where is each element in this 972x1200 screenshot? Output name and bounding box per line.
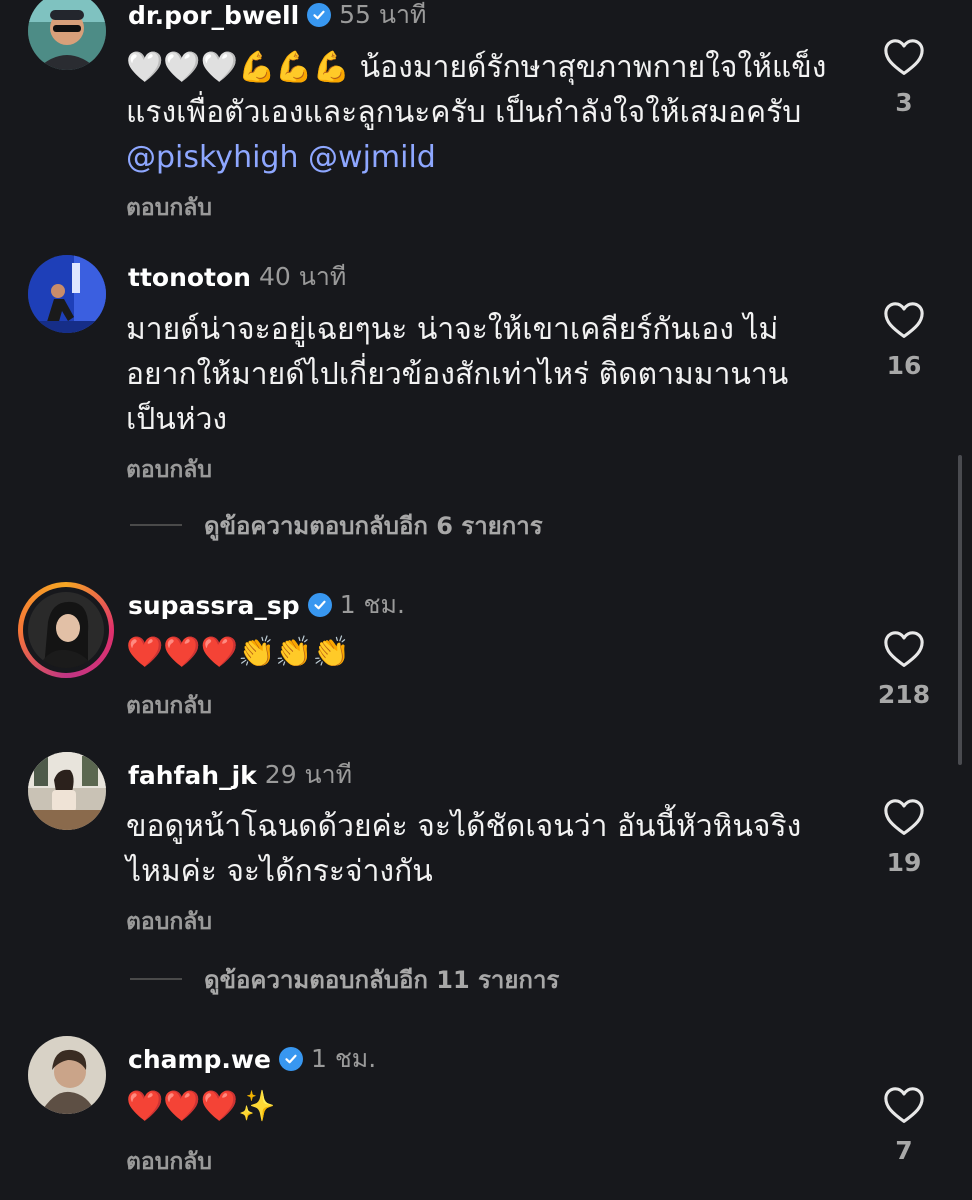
story-ring-gap xyxy=(23,587,109,673)
verified-badge-icon xyxy=(307,3,332,27)
comment-time: 55 นาที xyxy=(339,0,427,29)
comment-username[interactable]: champ.we xyxy=(128,1045,271,1074)
scrollbar[interactable] xyxy=(958,455,962,765)
comment-time: 1 ชม. xyxy=(339,590,405,619)
view-more-replies-label: ดูข้อความตอบกลับอีก 11 รายการ xyxy=(204,965,560,994)
reply-button[interactable]: ตอบกลับ xyxy=(126,1144,212,1180)
reply-button[interactable]: ตอบกลับ xyxy=(126,688,212,724)
mention-link[interactable]: @piskyhigh xyxy=(126,140,298,175)
view-more-replies-label: ดูข้อความตอบกลับอีก 6 รายการ xyxy=(204,511,543,540)
comment-username[interactable]: fahfah_jk xyxy=(128,761,257,790)
comment-time: 29 นาที xyxy=(264,760,353,789)
mention-link[interactable]: @wjmild xyxy=(308,140,436,175)
heart-outline-icon[interactable] xyxy=(883,39,925,80)
like-count: 16 xyxy=(886,351,922,380)
reply-button[interactable]: ตอบกลับ xyxy=(126,452,212,488)
comment-username[interactable]: ttonoton xyxy=(128,263,251,292)
heart-outline-icon[interactable] xyxy=(883,302,925,343)
reply-button[interactable]: ตอบกลับ xyxy=(126,190,212,226)
comment-body-text: ขอดูหน้าโฉนดด้วยค่ะ จะได้ชัดเจนว่า อันนี… xyxy=(126,809,802,889)
avatar[interactable] xyxy=(28,0,106,70)
comment-emojis: 🤍🤍🤍💪💪💪 xyxy=(126,50,351,85)
comment-text: 🤍🤍🤍💪💪💪 น้องมายด์รักษาสุขภาพกายใจให้แข็งแ… xyxy=(126,45,846,180)
view-more-replies-button[interactable]: ดูข้อความตอบกลับอีก 6 รายการ xyxy=(130,510,543,540)
comment-emojis: ❤️❤️❤️👏👏👏 xyxy=(126,635,351,670)
comment-username[interactable]: dr.por_bwell xyxy=(128,1,299,30)
divider-line xyxy=(130,524,182,526)
view-more-replies-button[interactable]: ดูข้อความตอบกลับอีก 11 รายการ xyxy=(130,964,559,994)
divider-line xyxy=(130,978,182,980)
verified-badge-icon xyxy=(307,593,332,617)
avatar-story-ring[interactable] xyxy=(18,582,114,678)
comment-username[interactable]: supassra_sp xyxy=(128,591,300,620)
avatar[interactable] xyxy=(28,1036,106,1114)
comment-emojis: ❤️❤️❤️✨ xyxy=(126,1089,276,1124)
avatar[interactable] xyxy=(28,255,106,333)
avatar[interactable] xyxy=(28,752,106,830)
heart-outline-icon[interactable] xyxy=(883,1087,925,1128)
like-count: 3 xyxy=(895,88,913,117)
like-count: 7 xyxy=(895,1136,913,1165)
avatar xyxy=(28,592,104,668)
comments-feed: dr.por_bwell 55 นาที 🤍🤍🤍💪💪💪 น้องมายด์รัก… xyxy=(0,0,972,1200)
like-count: 218 xyxy=(877,680,931,709)
heart-outline-icon[interactable] xyxy=(883,631,925,672)
heart-outline-icon[interactable] xyxy=(883,799,925,840)
comment-body-text: มายด์น่าจะอยู่เฉยๆนะ น่าจะให้เขาเคลียร์ก… xyxy=(126,312,789,437)
reply-button[interactable]: ตอบกลับ xyxy=(126,904,212,940)
verified-badge-icon xyxy=(278,1047,303,1071)
like-count: 19 xyxy=(886,848,922,877)
comment-time: 1 ชม. xyxy=(310,1044,377,1073)
comment-time: 40 นาที xyxy=(258,262,347,291)
